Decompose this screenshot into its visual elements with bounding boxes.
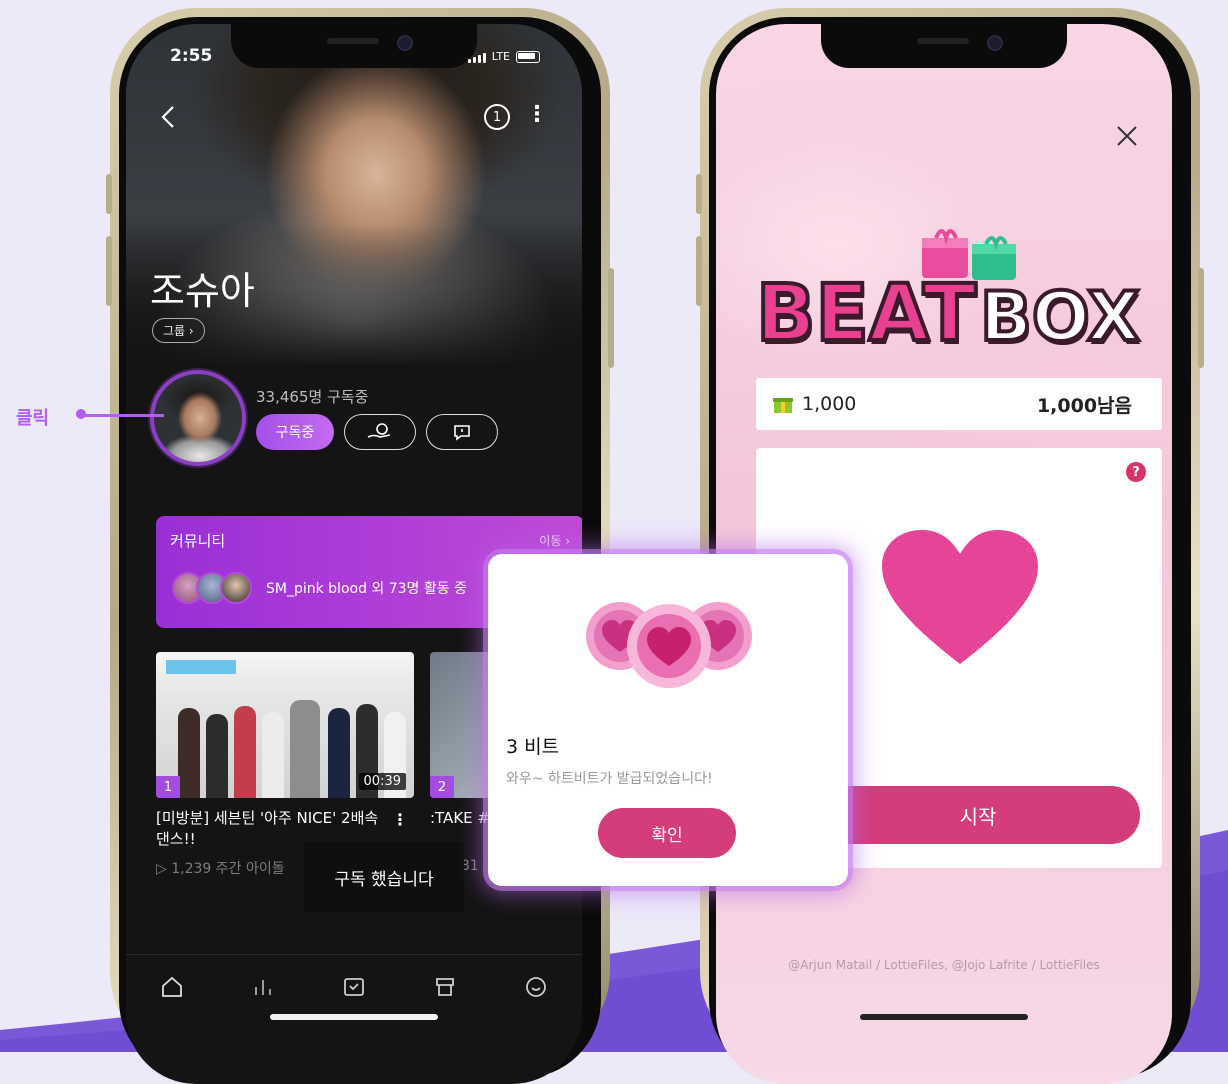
heart-coins-icon [586,602,752,688]
dialog-title: 3 비트 [506,736,560,758]
phone-power-button [608,268,614,368]
video-more-button[interactable]: ⋮ [392,810,408,829]
home-indicator [270,1014,438,1020]
video-figure [234,706,256,798]
tab-inbox[interactable] [334,975,374,1005]
chat-bubble-icon [454,425,470,441]
tab-store[interactable] [425,975,465,1005]
phone-side-button [106,174,112,214]
home-indicator [860,1014,1028,1020]
subscriber-count: 33,465명 구독중 [256,388,369,406]
artist-name: 조슈아 [150,269,255,313]
subscribed-button[interactable]: 구독중 [256,414,334,450]
confirm-button[interactable]: 확인 [598,808,736,858]
click-annotation-label: 클릭 [16,408,50,429]
phone-side-button [696,174,702,214]
more-options-button[interactable]: ⋮ [526,104,548,126]
chart-icon [254,980,271,995]
phone-notch [821,24,1067,68]
help-button[interactable]: ? [1126,462,1146,482]
right-phone: BEAT BEAT BOX BOX 1,000 1,000남음 ? 시작 @Ar… [696,8,1204,1084]
video-thumbnail[interactable]: 1 00:39 [156,652,414,798]
profile-icon [526,977,547,997]
dialog-message: 와우~ 하트비트가 발급되었습니다! [506,771,713,787]
beat-gift-button[interactable] [344,414,416,450]
tab-chart[interactable] [243,975,283,1005]
community-activity-text: SM_pink blood 외 73명 활동 중 [266,581,467,597]
beat-count-value: 1,000 [802,393,857,415]
tab-home[interactable] [152,975,192,1005]
battery-icon [516,51,540,63]
video-figure [328,708,350,798]
home-icon [161,976,182,997]
video-figure [206,714,228,798]
subscribe-toast: 구독 했습니다 [304,842,464,912]
network-label: LTE [491,50,510,63]
video-duration: 00:39 [358,773,406,790]
video-figure [290,700,320,798]
annotation-line [78,414,164,417]
phone-volume-button [106,236,112,306]
community-title: 커뮤니티 [170,532,226,550]
show-logo [166,660,236,674]
phone-notch [231,24,477,68]
beatbox-logo: BEAT BEAT BOX BOX [756,229,1142,363]
inbox-icon [344,978,364,996]
message-button[interactable] [426,414,498,450]
beat-issued-dialog: 3 비트 와우~ 하트비트가 발급되었습니다! 확인 [488,554,848,886]
lottie-credits: @Arjun Matail / LottieFiles, @Jojo Lafri… [788,958,1100,972]
back-button[interactable] [158,102,178,140]
gift-icon [773,398,793,413]
status-time: 2:55 [170,46,213,66]
close-button[interactable] [1116,120,1138,155]
status-indicators: LTE [467,50,540,63]
heart-icon [882,530,1038,664]
left-phone: 2:55 LTE 1 ⋮ 조슈아 그룹 › 33,465명 구독중 구독중 커뮤… [106,8,614,1084]
beat-remaining: 1,000남음 [1036,394,1132,417]
video-figure [178,708,200,798]
logo-box-text: BOX [980,278,1140,357]
logo-beat-text: BEAT [756,269,976,359]
video-meta: ▷ 1,239 주간 아이돌 [156,861,285,877]
start-button[interactable]: 시작 [816,786,1140,844]
phone-power-button [1198,268,1204,368]
chevron-left-icon [161,106,174,128]
notification-count-badge[interactable]: 1 [484,104,510,130]
store-icon [436,978,455,996]
artist-avatar[interactable] [150,370,246,466]
member-avatar [220,572,252,604]
signal-icon [467,53,486,63]
hand-coin-icon [367,423,391,438]
rank-badge: 2 [430,776,454,798]
group-chip[interactable]: 그룹 › [152,318,205,343]
rank-badge: 1 [156,776,180,798]
video-figure [262,712,284,798]
community-move-link[interactable]: 이동 › [539,532,570,549]
beat-count: 1,000 [772,393,856,415]
close-icon [1117,126,1137,146]
phone-volume-button [696,236,702,306]
beat-counter-bar: 1,000 1,000남음 [756,378,1162,430]
tab-profile[interactable] [516,975,556,1005]
